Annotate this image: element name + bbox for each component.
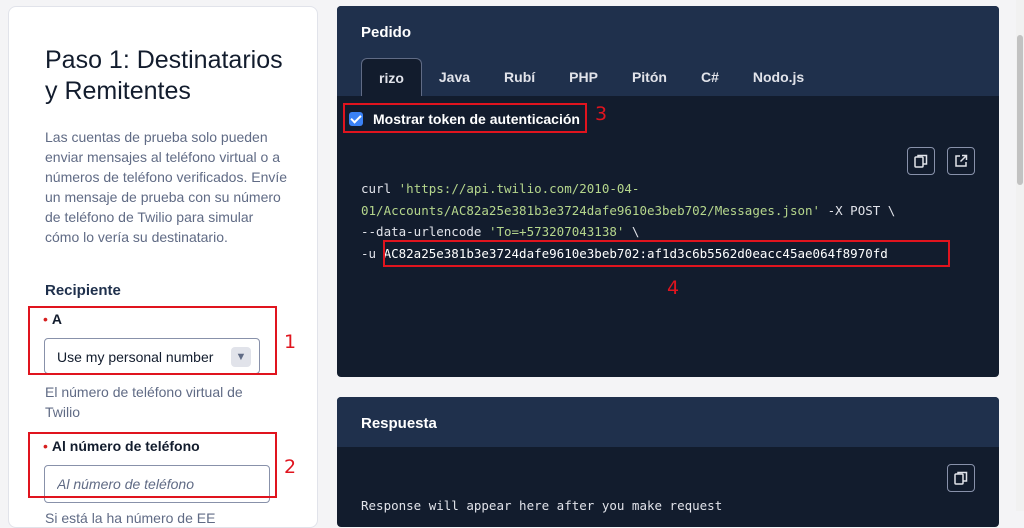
copy-button[interactable] (907, 147, 935, 175)
annotation-box-4 (383, 240, 950, 267)
step-description: Las cuentas de prueba solo pueden enviar… (45, 129, 288, 245)
request-header: Pedido rizo Java Rubí PHP Pitón C# Nodo.… (337, 6, 999, 96)
annotation-number-1: 1 (284, 331, 297, 353)
language-tabs: rizo Java Rubí PHP Pitón C# Nodo.js (361, 58, 821, 96)
tab-csharp[interactable]: C# (684, 58, 736, 96)
response-panel: Respuesta Response will appear here afte… (337, 397, 999, 527)
request-title: Pedido (361, 24, 412, 41)
code-string: 'To=+573207043138' (488, 224, 625, 239)
response-header: Respuesta (337, 397, 999, 447)
annotation-box-1 (28, 306, 277, 375)
annotation-number-2: 2 (284, 456, 297, 478)
code-string: 'https://api.twilio.com/2010-04- (398, 181, 640, 196)
scrollbar-thumb[interactable] (1017, 35, 1023, 185)
code-string: 01/Accounts/AC82a25e381b3e3724dafe9610e3… (361, 202, 821, 218)
annotation-box-3 (343, 103, 587, 133)
external-link-icon (955, 154, 968, 167)
code-cmd: -u (361, 245, 384, 261)
tab-rubi[interactable]: Rubí (487, 58, 552, 96)
response-title: Respuesta (361, 415, 437, 432)
tab-php[interactable]: PHP (552, 58, 615, 96)
code-cmd: --data-urlencode (361, 224, 489, 239)
page-scrollbar[interactable] (1016, 0, 1024, 511)
phone-helper-text: Si está la ha número de EE (45, 510, 216, 526)
tab-piton[interactable]: Pitón (615, 58, 684, 96)
tab-nodejs[interactable]: Nodo.js (736, 58, 821, 96)
copy-response-button[interactable] (947, 464, 975, 492)
annotation-box-2 (28, 432, 277, 498)
code-cmd: -X POST \ (820, 202, 896, 218)
annotation-number-4: 4 (667, 277, 680, 299)
recipient-heading: Recipiente (45, 282, 121, 299)
code-cmd: \ (624, 224, 640, 239)
annotation-number-3: 3 (595, 103, 608, 125)
tab-rizo[interactable]: rizo (361, 58, 422, 96)
request-panel: Pedido rizo Java Rubí PHP Pitón C# Nodo.… (337, 6, 999, 377)
code-cmd: curl (361, 181, 399, 196)
to-helper-text: El número de teléfono virtual de Twilio (45, 384, 243, 420)
open-external-button[interactable] (947, 147, 975, 175)
copy-icon (914, 154, 928, 168)
step-title: Paso 1: Destinatarios y Remitentes (45, 46, 283, 105)
tab-java[interactable]: Java (422, 58, 487, 96)
copy-icon (954, 471, 968, 485)
